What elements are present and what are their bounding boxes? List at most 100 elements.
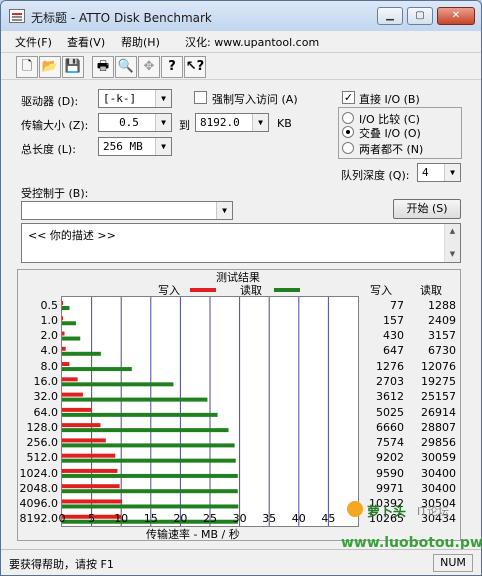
transfer-size-label: 2.0 [40,329,59,343]
read-bar [62,473,238,478]
x-tick-label: 15 [143,512,158,525]
window-title: 无标题 - ATTO Disk Benchmark [31,11,212,25]
x-tick-label: 5 [88,512,96,525]
read-value-cell: 29856 [421,436,456,450]
chevron-down-icon: ▼ [155,114,171,131]
transfer-size-to-select[interactable]: 8192.0 ▼ [195,113,269,132]
controlled-by-select[interactable]: ▼ [21,201,233,220]
status-help-text: 要获得帮助，请按 F1 [9,558,114,571]
queue-depth-select[interactable]: 4 ▼ [417,163,461,182]
read-bar [62,306,70,310]
menu-localization-credit[interactable]: 汉化: www.upantool.com [185,34,319,50]
overlapped-io-radio[interactable] [342,126,354,138]
write-column-header: 写入 [370,284,392,297]
start-button[interactable]: 开始 (S) [393,199,461,219]
description-scrollbar[interactable]: ▲ ▼ [444,224,460,262]
transfer-size-label: 0.5 [40,298,59,312]
scroll-down-icon: ▼ [449,250,456,258]
read-value-cell: 26914 [421,405,456,419]
help-icon[interactable]: ? [161,56,183,78]
drive-select[interactable]: [-k-] ▼ [98,89,172,108]
io-compare-radio[interactable] [342,112,354,124]
close-button[interactable]: ✕ [437,7,475,25]
write-value-cell: 5025 [376,405,404,419]
toolbar: 🗋 📂 💾 🖶 🔍 ✥ ? ↖? [1,52,481,80]
write-bar [62,468,118,473]
write-value-cell: 647 [383,344,404,358]
write-bar [62,362,70,367]
write-bar [62,484,120,489]
print-preview-icon[interactable]: 🔍 [115,56,137,78]
throughput-bar-chart [62,297,329,526]
write-bar [62,453,116,458]
description-text: << 你的描述 >> [28,229,116,242]
chart-plot-area [61,296,359,527]
write-value-cell: 6660 [376,420,404,434]
x-tick-label: 25 [203,512,217,525]
kb-unit-label: KB [277,117,292,130]
chevron-down-icon: ▼ [155,138,171,155]
write-value-cell: 430 [383,329,404,343]
write-bar [62,377,78,382]
neither-radio[interactable] [342,142,354,154]
controlled-by-label: 受控制于 (B): [21,187,89,200]
chevron-down-icon: ▼ [216,202,232,219]
read-value-cell: 19275 [421,374,456,388]
transfer-size-label: 4.0 [40,344,59,358]
transfer-size-from-select[interactable]: 0.5 ▼ [98,113,172,132]
menu-bar: 文件(F) 查看(V) 帮助(H) 汉化: www.upantool.com [1,31,481,51]
read-bar [62,397,208,402]
chevron-down-icon: ▼ [155,90,171,107]
save-icon[interactable]: 💾 [62,56,84,78]
read-value-cell: 30400 [421,466,456,480]
scroll-up-icon: ▲ [449,227,456,235]
transfer-size-label: 16.0 [33,374,59,388]
menu-help[interactable]: 帮助(H) [121,34,160,50]
title-bar[interactable]: 无标题 - ATTO Disk Benchmark ▁ ▢ ✕ [1,1,481,31]
overlapped-io-label: 交叠 I/O (O) [359,127,421,140]
transfer-size-label: 2048.0 [19,481,59,495]
transfer-size-label: 4096.0 [19,497,59,511]
minimize-button[interactable]: ▁ [377,7,403,25]
move-icon[interactable]: ✥ [138,56,160,78]
neither-label: 两者都不 (N) [359,143,424,156]
direct-io-checkbox[interactable]: ✓ [342,91,355,104]
transfer-size-label: 128.0 [26,420,59,434]
transfer-size-label: 512.0 [26,451,59,465]
menu-view[interactable]: 查看(V) [67,34,105,50]
context-help-icon[interactable]: ↖? [184,56,206,78]
menu-file[interactable]: 文件(F) [15,34,52,50]
write-bar [62,346,66,351]
read-bar [62,489,238,494]
write-bar [62,301,63,305]
new-file-icon[interactable]: 🗋 [16,56,38,78]
total-length-select[interactable]: 256 MB ▼ [98,137,172,156]
read-value-cell: 12076 [421,359,456,373]
chevron-down-icon: ▼ [444,164,460,181]
read-bar [62,458,236,463]
total-length-label: 总长度 (L): [21,143,76,156]
x-tick-label: 0 [58,512,66,525]
write-bar [62,407,92,412]
drive-label: 驱动器 (D): [21,95,79,108]
force-write-label: 强制写入访问 (A) [212,93,298,106]
x-tick-label: 45 [321,512,336,525]
transfer-size-label: 1024.0 [19,466,59,480]
force-write-checkbox[interactable] [194,91,207,104]
write-value-cell: 9971 [376,481,404,495]
description-textarea[interactable]: << 你的描述 >> ▲ ▼ [21,223,461,263]
read-bar [62,412,218,417]
maximize-button[interactable]: ▢ [407,7,433,25]
print-icon[interactable]: 🖶 [92,56,114,78]
read-bar [62,351,101,356]
transfer-size-label: 传输大小 (Z): [21,119,89,132]
read-value-cell: 30400 [421,481,456,495]
read-column-header: 读取 [420,284,442,297]
x-tick-label: 20 [173,512,188,525]
read-value-cell: 25157 [421,390,456,404]
transfer-size-label: 256.0 [26,436,59,450]
app-document-icon [9,9,25,23]
legend-read-swatch [274,288,300,292]
write-value-cell: 3612 [376,390,404,404]
open-folder-icon[interactable]: 📂 [39,56,61,78]
